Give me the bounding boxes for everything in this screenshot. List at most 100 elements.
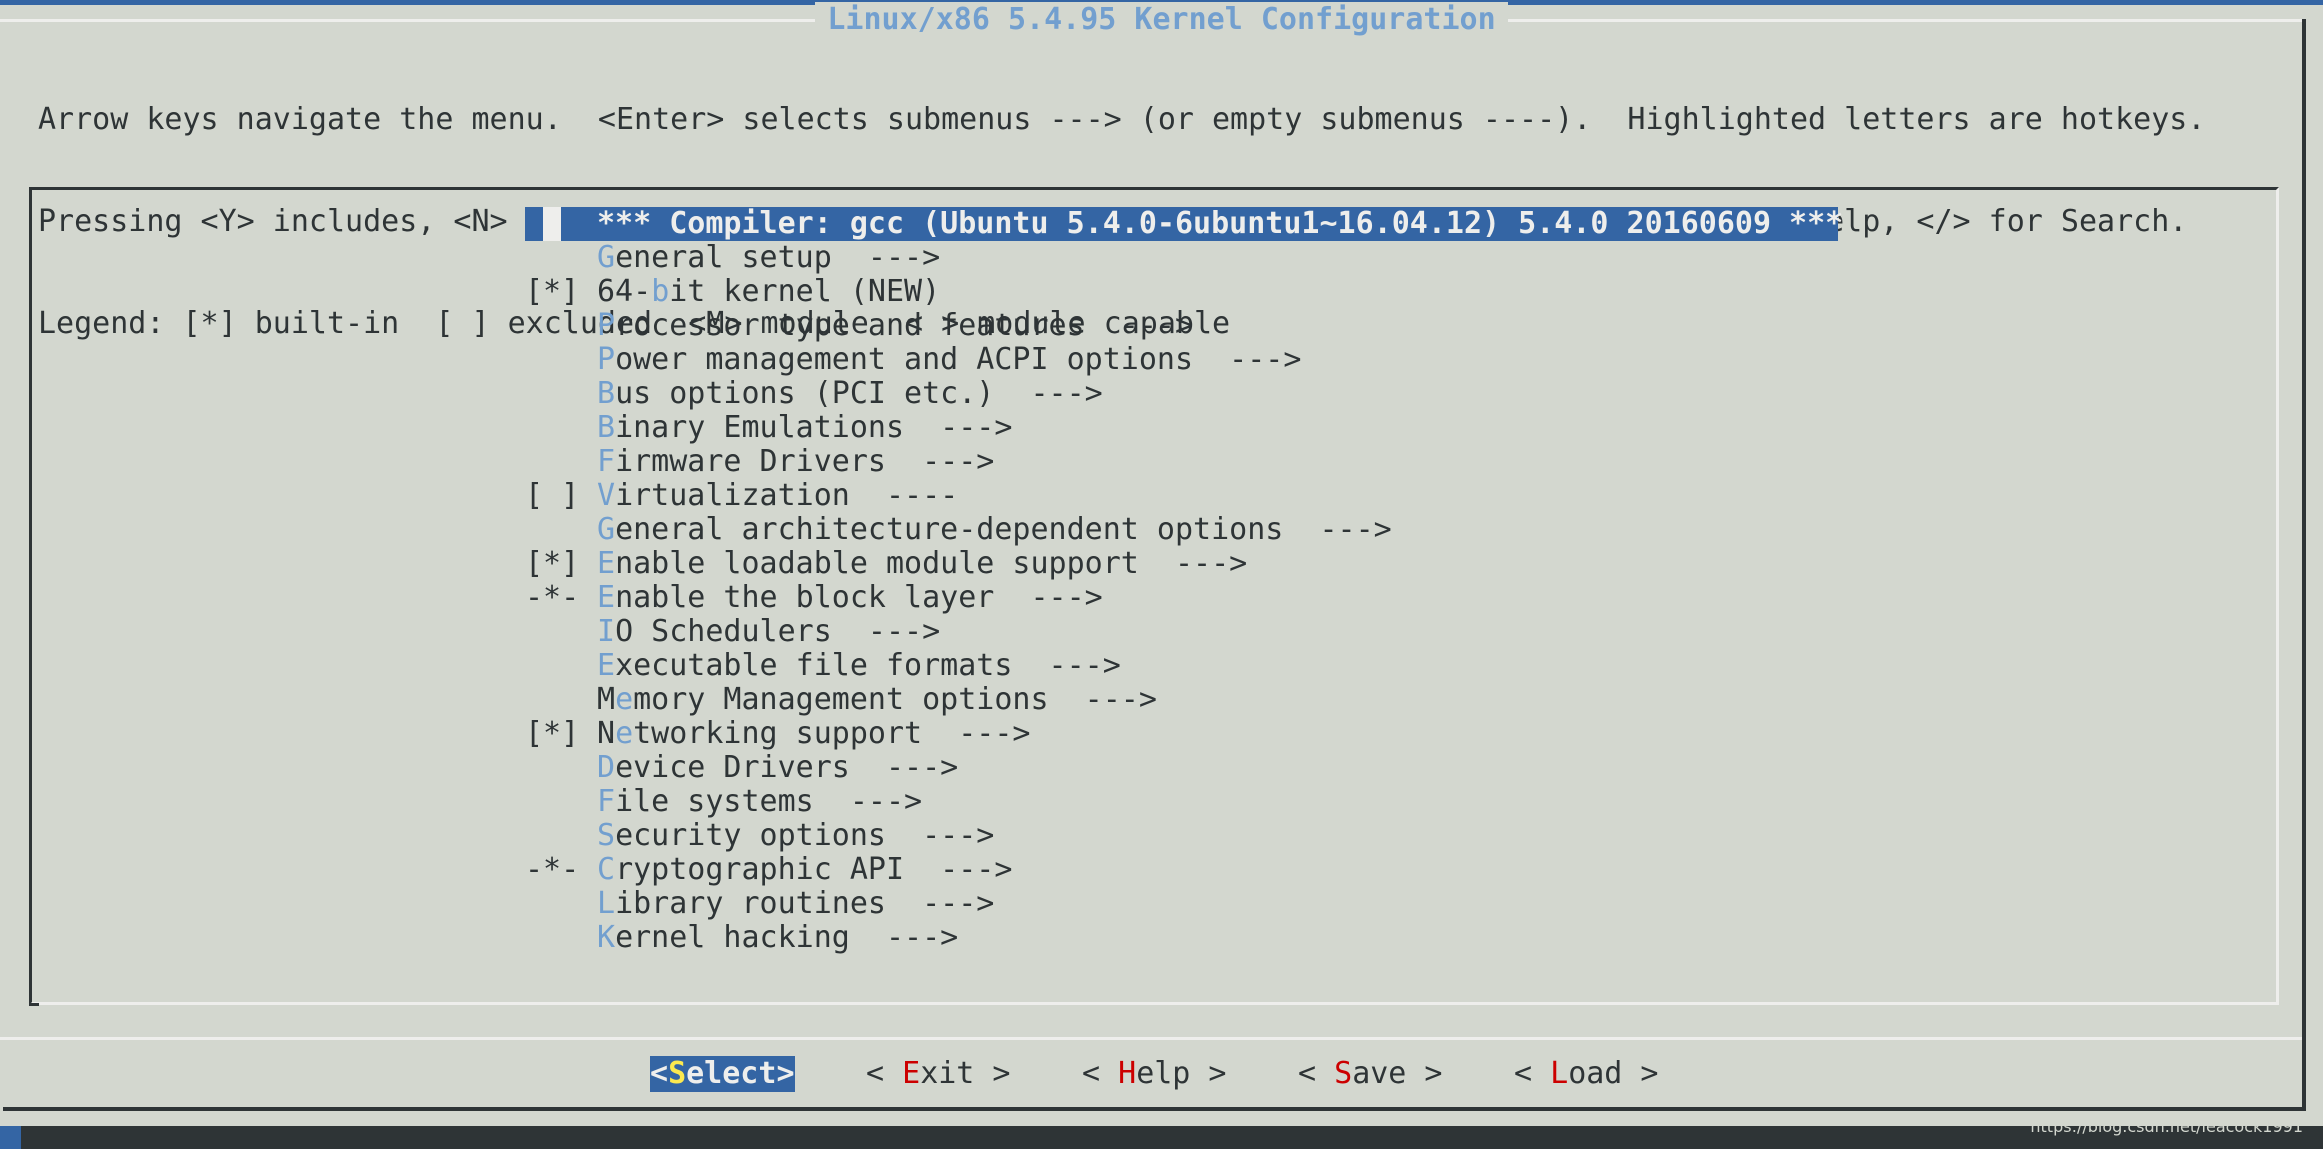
menu-item[interactable]: General architecture-dependent options -… bbox=[525, 513, 1838, 547]
menu-item-state: [*] bbox=[525, 546, 580, 581]
menu-item[interactable]: [*] Enable loadable module support ---> bbox=[525, 547, 1838, 581]
menu-item-label: irmware Drivers ---> bbox=[615, 444, 995, 479]
menu-box-corner bbox=[29, 1003, 39, 1006]
menu-item-label: mory Management options ---> bbox=[633, 682, 1157, 717]
menu-item-state: [*] bbox=[525, 274, 580, 309]
help-button[interactable]: < Help > bbox=[1082, 1056, 1227, 1092]
button-label: xit bbox=[920, 1056, 975, 1091]
button-bracket-right: > bbox=[1406, 1056, 1443, 1091]
menu-item-hotkey: V bbox=[597, 478, 616, 513]
menu-item-label-prefix: N bbox=[597, 716, 616, 751]
watermark: https://blog.csdn.net/leacock1991 bbox=[2030, 1117, 2303, 1136]
menu-item-hotkey: I bbox=[597, 614, 616, 649]
menu-item[interactable]: Binary Emulations ---> bbox=[525, 411, 1838, 445]
menu-item[interactable]: -*- Cryptographic API ---> bbox=[525, 853, 1838, 887]
menu-item[interactable]: -*- Enable the block layer ---> bbox=[525, 581, 1838, 615]
taskbar bbox=[0, 1126, 2323, 1149]
button-hotkey: L bbox=[1550, 1056, 1569, 1091]
menu-item-hotkey: B bbox=[597, 376, 616, 411]
menu-item-label: ibrary routines ---> bbox=[615, 886, 995, 921]
button-bracket-left: < bbox=[1082, 1056, 1119, 1091]
menu-item-hotkey: D bbox=[597, 750, 616, 785]
menu-item[interactable]: Memory Management options ---> bbox=[525, 683, 1838, 717]
button-hotkey: S bbox=[1334, 1056, 1353, 1091]
menu-item-hotkey: F bbox=[597, 784, 616, 819]
load-button[interactable]: < Load > bbox=[1514, 1056, 1659, 1092]
menu-item-label: us options (PCI etc.) ---> bbox=[615, 376, 1103, 411]
frame-right-border bbox=[2302, 19, 2306, 1111]
select-button[interactable]: <Select> bbox=[650, 1056, 795, 1092]
menu-item-label: eneral architecture-dependent options --… bbox=[615, 512, 1392, 547]
menu-item-label: evice Drivers ---> bbox=[615, 750, 959, 785]
menu-item-state: -*- bbox=[525, 852, 580, 887]
menu-item-label: rocessor type and features ---> bbox=[615, 308, 1194, 343]
menu-item-hotkey: P bbox=[597, 342, 616, 377]
button-bar: <Select> < Exit > < Help > < Save > < Load > bbox=[0, 1056, 2323, 1092]
button-label: ave bbox=[1352, 1056, 1407, 1091]
exit-button[interactable]: < Exit > bbox=[866, 1056, 1011, 1092]
menu-item-label: tworking support ---> bbox=[633, 716, 1031, 751]
button-separator bbox=[0, 1037, 2302, 1040]
menu-item[interactable]: Device Drivers ---> bbox=[525, 751, 1838, 785]
menu-item-label: inary Emulations ---> bbox=[615, 410, 1013, 445]
menu-item-hotkey: C bbox=[597, 852, 616, 887]
menu-item[interactable]: Bus options (PCI etc.) ---> bbox=[525, 377, 1838, 411]
taskbar-indicator bbox=[0, 1126, 21, 1149]
menu-item[interactable]: Library routines ---> bbox=[525, 887, 1838, 921]
menu-item-hotkey: P bbox=[597, 308, 616, 343]
menu-item[interactable]: Power management and ACPI options ---> bbox=[525, 343, 1838, 377]
menu-item[interactable]: [*] Networking support ---> bbox=[525, 717, 1838, 751]
menu-item-label: ile systems ---> bbox=[615, 784, 923, 819]
menu-item-hotkey: S bbox=[597, 818, 616, 853]
menu-item-label: *** Compiler: gcc (Ubuntu 5.4.0-6ubuntu1… bbox=[597, 206, 1844, 241]
menu-item-hotkey: E bbox=[597, 648, 616, 683]
button-hotkey: E bbox=[902, 1056, 921, 1091]
menu-item-label: xecutable file formats ---> bbox=[615, 648, 1121, 683]
menu-item[interactable]: IO Schedulers ---> bbox=[525, 615, 1838, 649]
menu-item-label: it kernel (NEW) bbox=[669, 274, 941, 309]
menu-item-hotkey: b bbox=[651, 274, 670, 309]
menu-item-hotkey: E bbox=[597, 580, 616, 615]
menu-item-label: nable the block layer ---> bbox=[615, 580, 1103, 615]
menu-item-label-prefix: 64- bbox=[597, 274, 652, 309]
cursor-block bbox=[543, 207, 561, 241]
menu-item-label: nable loadable module support ---> bbox=[615, 546, 1248, 581]
menu-item[interactable]: File systems ---> bbox=[525, 785, 1838, 819]
menu-item-state: -*- bbox=[525, 580, 580, 615]
menu-item-label-prefix: M bbox=[597, 682, 616, 717]
menu-item[interactable]: Firmware Drivers ---> bbox=[525, 445, 1838, 479]
frame-bottom-border bbox=[3, 1107, 2306, 1111]
menu-item[interactable]: [ ] Virtualization ---- bbox=[525, 479, 1838, 513]
menu-item-label: ernel hacking ---> bbox=[615, 920, 959, 955]
button-bracket-left: < bbox=[650, 1056, 669, 1091]
menu-item[interactable]: General setup ---> bbox=[525, 241, 1838, 275]
button-bracket-right: > bbox=[974, 1056, 1011, 1091]
save-button[interactable]: < Save > bbox=[1298, 1056, 1443, 1092]
menu-item-selected[interactable]: *** Compiler: gcc (Ubuntu 5.4.0-6ubuntu1… bbox=[525, 207, 1843, 241]
menu-list: *** Compiler: gcc (Ubuntu 5.4.0-6ubuntu1… bbox=[525, 207, 1843, 955]
menu-item-hotkey: K bbox=[597, 920, 616, 955]
button-hotkey: H bbox=[1118, 1056, 1137, 1091]
menu-item-hotkey: E bbox=[597, 546, 616, 581]
menu-item-label: eneral setup ---> bbox=[615, 240, 941, 275]
menu-item[interactable]: Kernel hacking ---> bbox=[525, 921, 1838, 955]
menu-item-state: [*] bbox=[525, 716, 580, 751]
button-hotkey: S bbox=[668, 1056, 687, 1091]
button-bracket-right: > bbox=[1190, 1056, 1227, 1091]
menu-item[interactable]: Executable file formats ---> bbox=[525, 649, 1838, 683]
menu-item-hotkey: B bbox=[597, 410, 616, 445]
menu-item-hotkey: G bbox=[597, 512, 616, 547]
menu-item-hotkey: e bbox=[615, 682, 634, 717]
button-label: elp bbox=[1136, 1056, 1191, 1091]
menu-item[interactable]: [*] 64-bit kernel (NEW) bbox=[525, 275, 1838, 309]
menu-item-hotkey: G bbox=[597, 240, 616, 275]
menu-item-label: ryptographic API ---> bbox=[615, 852, 1013, 887]
help-line: Arrow keys navigate the menu. <Enter> se… bbox=[38, 102, 2206, 137]
menu-item-state: [ ] bbox=[525, 478, 580, 513]
button-bracket-right: > bbox=[776, 1056, 795, 1091]
menu-item[interactable]: Security options ---> bbox=[525, 819, 1838, 853]
title-container: Linux/x86 5.4.95 Kernel Configuration bbox=[0, 2, 2323, 38]
menu-item-label: ecurity options ---> bbox=[615, 818, 995, 853]
button-bracket-left: < bbox=[1514, 1056, 1551, 1091]
menu-item[interactable]: Processor type and features ---> bbox=[525, 309, 1838, 343]
